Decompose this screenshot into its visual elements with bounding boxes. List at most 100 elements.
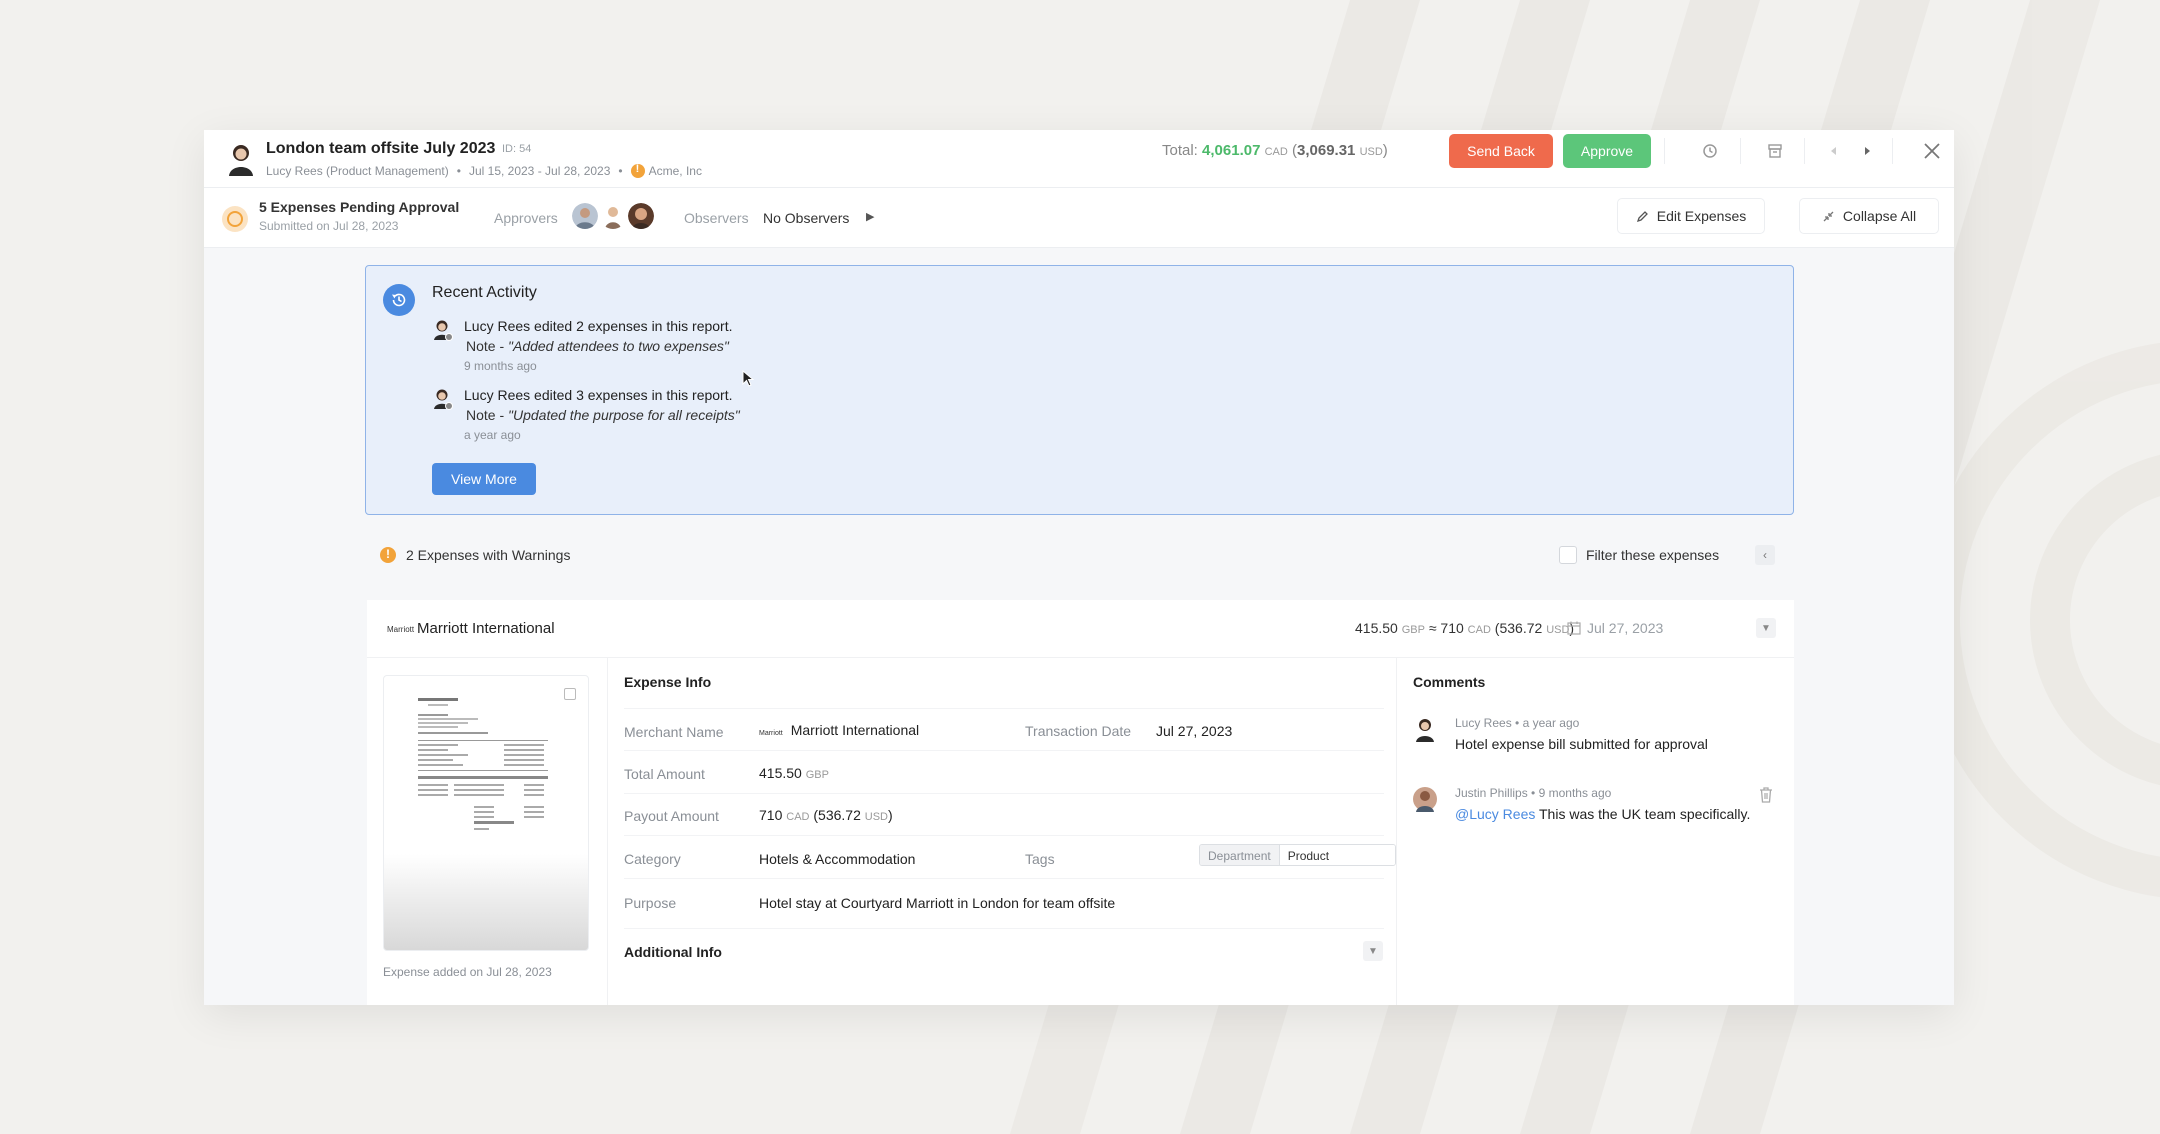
activity-time: a year ago xyxy=(464,428,521,442)
trash-icon[interactable] xyxy=(1758,786,1774,804)
comment-author: Justin Phillips xyxy=(1455,786,1528,800)
edit-expenses-label: Edit Expenses xyxy=(1656,208,1747,224)
separator-dot: • xyxy=(1515,716,1523,730)
close-button[interactable] xyxy=(1912,136,1952,166)
report-meta: Lucy Rees (Product Management) • Jul 15,… xyxy=(266,163,702,178)
approx-sign: ≈ xyxy=(1428,620,1437,636)
recent-activity-panel: Recent Activity Lucy Rees edited 2 expen… xyxy=(365,265,1794,515)
chevron-left-icon xyxy=(1831,147,1836,155)
category-label: Category xyxy=(624,851,681,867)
user-avatar xyxy=(434,389,453,410)
comment-meta: Lucy Rees • a year ago xyxy=(1455,716,1579,730)
currency-cad: CAD xyxy=(1467,624,1491,636)
archive-button[interactable] xyxy=(1755,136,1795,166)
submitted-on: Submitted on Jul 28, 2023 xyxy=(259,219,399,233)
amount-cad: 710 xyxy=(1440,620,1464,636)
activity-note: Note - "Added attendees to two expenses" xyxy=(466,338,729,354)
approver-avatar[interactable] xyxy=(572,203,598,229)
view-more-button[interactable]: View More xyxy=(432,463,536,495)
receipt-thumbnail[interactable] xyxy=(383,675,589,951)
activity-note: Note - "Updated the purpose for all rece… xyxy=(466,407,740,423)
payout-usd-currency: USD xyxy=(864,811,888,823)
collapse-all-label: Collapse All xyxy=(1842,208,1917,224)
chevron-down-icon[interactable]: ▼ xyxy=(1363,941,1383,961)
comment-mention[interactable]: @Lucy Rees xyxy=(1455,806,1535,822)
approve-button[interactable]: Approve xyxy=(1563,134,1651,168)
organization-name: Acme, Inc xyxy=(648,164,702,178)
activity-text: Lucy Rees edited 2 expenses in this repo… xyxy=(464,318,733,334)
calendar-icon xyxy=(1567,621,1581,635)
history-icon xyxy=(1703,144,1717,158)
expense-info-title: Expense Info xyxy=(624,674,712,690)
approvers-label: Approvers xyxy=(494,210,558,226)
approval-status-bar: 5 Expenses Pending Approval Submitted on… xyxy=(204,188,1954,248)
note-text: "Updated the purpose for all receipts" xyxy=(508,407,740,423)
amount-usd: 536.72 xyxy=(1499,620,1543,636)
expense-date: Jul 27, 2023 xyxy=(1587,620,1664,636)
payout-amount-value: 710 CAD (536.72 USD) xyxy=(759,807,893,823)
divider xyxy=(1804,138,1805,164)
transaction-date-value: Jul 27, 2023 xyxy=(1156,723,1233,739)
total-currency: CAD xyxy=(1264,146,1288,158)
divider xyxy=(624,878,1384,879)
payout-usd-number: 536.72 xyxy=(818,807,861,823)
expense-added-on: Expense added on Jul 28, 2023 xyxy=(383,965,552,979)
total-amount-label: Total Amount xyxy=(624,766,705,782)
caret-right-icon[interactable]: ▶ xyxy=(866,210,874,223)
divider xyxy=(1664,138,1665,164)
approver-avatar[interactable] xyxy=(600,203,626,229)
chevron-down-icon[interactable]: ▼ xyxy=(1756,618,1776,638)
comment-text: Hotel expense bill submitted for approva… xyxy=(1455,736,1708,752)
merchant-name-label: Merchant Name xyxy=(624,724,724,740)
divider xyxy=(1740,138,1741,164)
pencil-icon xyxy=(1636,210,1648,222)
close-icon xyxy=(1924,143,1940,159)
approver-avatar[interactable] xyxy=(628,203,654,229)
divider xyxy=(624,928,1384,929)
report-title: London team offsite July 2023 xyxy=(266,140,496,157)
comment-time: a year ago xyxy=(1522,716,1580,730)
category-value: Hotels & Accommodation xyxy=(759,851,916,867)
purpose-label: Purpose xyxy=(624,895,677,911)
comment-body: This was the UK team specifically. xyxy=(1535,806,1751,822)
next-report-button[interactable] xyxy=(1847,136,1887,166)
user-avatar xyxy=(434,320,453,341)
comments-panel: Comments Lucy Rees • a year ago Hotel ex… xyxy=(1397,658,1794,1005)
warning-icon xyxy=(380,547,396,563)
observers-label: Observers xyxy=(684,210,749,226)
total-usd-amount: 3,069.31 xyxy=(1297,142,1356,159)
separator-dot: • xyxy=(1531,786,1539,800)
divider xyxy=(624,750,1384,751)
transaction-date-label: Transaction Date xyxy=(1025,723,1132,739)
mouse-cursor-icon xyxy=(742,370,754,387)
history-icon xyxy=(383,284,415,316)
user-avatar xyxy=(1413,787,1437,812)
divider xyxy=(1892,138,1893,164)
tags-label: Tags xyxy=(1025,851,1055,867)
submitter-avatar xyxy=(229,145,253,176)
payout-amount-number: 710 xyxy=(759,807,783,823)
separator-dot: • xyxy=(618,164,623,178)
note-text: "Added attendees to two expenses" xyxy=(508,338,729,354)
collapse-all-button[interactable]: Collapse All xyxy=(1799,198,1939,234)
observers-value[interactable]: No Observers xyxy=(763,210,849,226)
expand-icon[interactable] xyxy=(564,688,576,700)
chevron-left-icon[interactable]: ‹ xyxy=(1755,545,1775,565)
send-back-button[interactable]: Send Back xyxy=(1449,134,1553,168)
purpose-value: Hotel stay at Courtyard Marriott in Lond… xyxy=(759,895,1116,911)
payout-currency: CAD xyxy=(786,811,810,823)
filter-label[interactable]: Filter these expenses xyxy=(1586,547,1719,563)
additional-info-title[interactable]: Additional Info xyxy=(624,944,722,960)
pending-icon xyxy=(222,206,248,232)
total-label: Total: xyxy=(1162,142,1198,159)
merchant-logo: Marriott xyxy=(387,625,415,634)
history-button[interactable] xyxy=(1690,136,1730,166)
edit-expenses-button[interactable]: Edit Expenses xyxy=(1617,198,1765,234)
tag-key: Department xyxy=(1200,845,1280,865)
tag-chip[interactable]: Department Product Managem... xyxy=(1199,844,1396,866)
filter-checkbox[interactable] xyxy=(1559,546,1577,564)
activity-time: 9 months ago xyxy=(464,359,537,373)
total-usd-currency: USD xyxy=(1359,146,1383,158)
amount-gbp: 415.50 xyxy=(1355,620,1398,636)
currency-usd: USD xyxy=(1546,624,1570,636)
